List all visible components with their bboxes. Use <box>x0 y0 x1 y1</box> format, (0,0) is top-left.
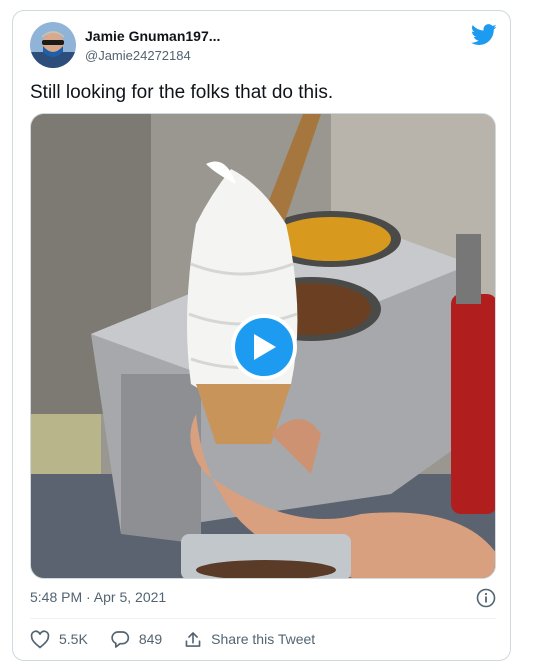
info-icon[interactable] <box>476 588 496 608</box>
tweet-timestamp[interactable]: 5:48 PM · Apr 5, 2021 <box>30 589 166 605</box>
reply-icon <box>111 630 129 648</box>
tweet-actions: 5.5K 849 Share this Tweet <box>30 627 337 651</box>
avatar[interactable] <box>30 22 76 68</box>
share-icon <box>185 631 201 647</box>
like-button[interactable]: 5.5K <box>30 629 88 649</box>
tweet-text: Still looking for the folks that do this… <box>30 82 334 103</box>
author-name[interactable]: Jamie Gnuman197... <box>85 28 220 44</box>
like-count: 5.5K <box>59 631 88 647</box>
video-thumbnail[interactable] <box>30 113 496 579</box>
reply-button[interactable]: 849 <box>110 630 162 649</box>
play-button[interactable] <box>231 314 297 380</box>
divider <box>30 618 496 619</box>
heart-icon <box>30 629 50 648</box>
twitter-bird-icon[interactable] <box>470 24 497 46</box>
share-button[interactable]: Share this Tweet <box>184 630 315 649</box>
share-label: Share this Tweet <box>211 631 316 647</box>
reply-count: 849 <box>138 631 163 647</box>
tweet-card[interactable]: Jamie Gnuman197... @Jamie24272184 Still … <box>12 10 511 661</box>
author-handle[interactable]: @Jamie24272184 <box>85 48 191 63</box>
play-icon <box>254 334 276 360</box>
